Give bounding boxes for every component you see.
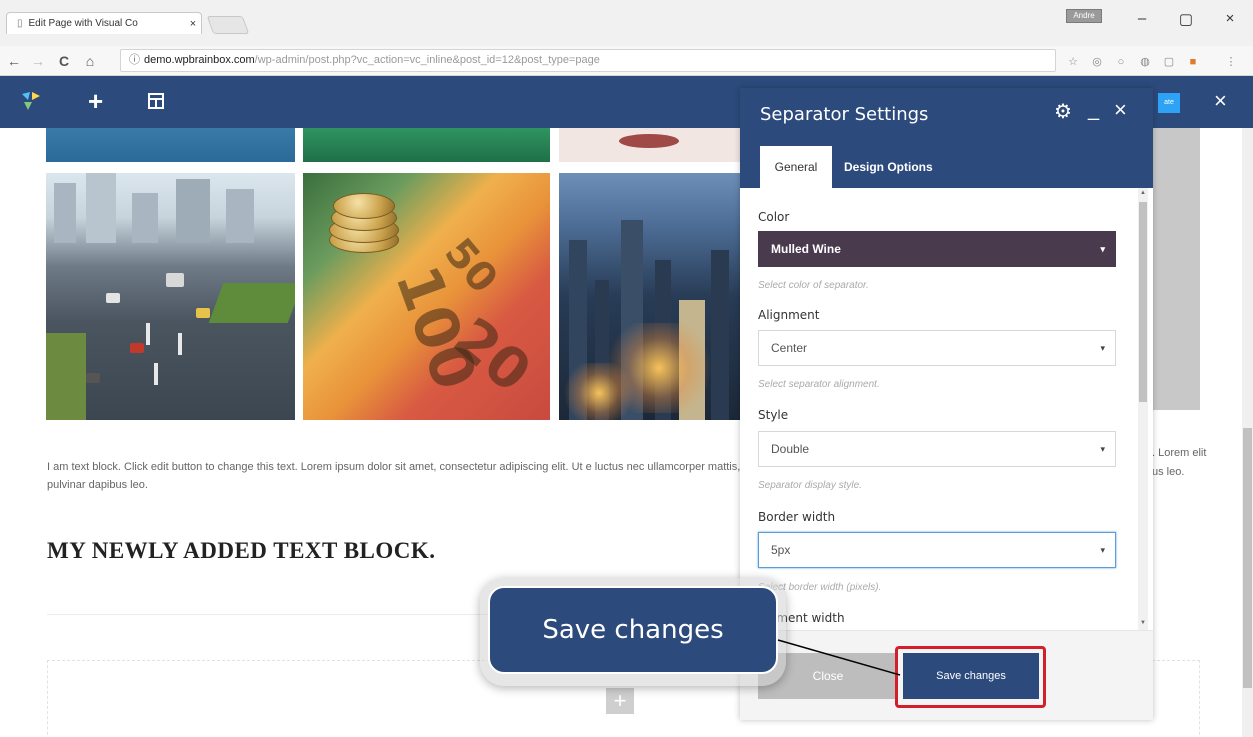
browser-toolbar: ← → C ⌂ ⓘ demo.wpbrainbox.com/wp-admin/po… xyxy=(0,46,1253,76)
chevron-down-icon: ▾ xyxy=(1100,545,1105,555)
alignment-label: Alignment xyxy=(758,308,820,322)
panel-title: Separator Settings xyxy=(760,104,929,125)
alignment-select-value: Center xyxy=(771,341,808,355)
add-element-button[interactable]: + xyxy=(606,688,634,714)
add-element-icon[interactable]: + xyxy=(88,86,103,116)
save-changes-button[interactable]: Save changes xyxy=(903,653,1039,699)
camera-icon[interactable]: ◎ xyxy=(1090,55,1104,69)
url-input[interactable]: ⓘ demo.wpbrainbox.com/wp-admin/post.php?v… xyxy=(120,49,1056,72)
page-scrollbar[interactable] xyxy=(1242,128,1253,737)
home-icon[interactable]: ⌂ xyxy=(82,53,98,69)
browser-tabstrip: ▯ Edit Page with Visual Co × Andre – ▢ × xyxy=(0,0,1253,46)
color-select[interactable]: Mulled Wine ▾ xyxy=(758,231,1116,267)
tab-design-options[interactable]: Design Options xyxy=(844,146,933,188)
panel-footer: Close Save changes xyxy=(740,630,1153,720)
window-minimize-button[interactable]: – xyxy=(1134,10,1150,27)
forward-icon[interactable]: → xyxy=(30,53,46,69)
chevron-down-icon: ▾ xyxy=(1100,444,1105,454)
screen: ▯ Edit Page with Visual Co × Andre – ▢ ×… xyxy=(0,0,1253,737)
minimize-icon[interactable]: _ xyxy=(1088,98,1099,122)
callout-label: Save changes xyxy=(488,586,778,674)
gallery-image[interactable] xyxy=(303,128,550,162)
url-path: /wp-admin/post.php?vc_action=vc_inline&p… xyxy=(254,54,600,66)
bookmark-star-icon[interactable]: ☆ xyxy=(1066,55,1080,69)
gear-icon[interactable]: ⚙ xyxy=(1054,100,1072,124)
panel-scrollbar[interactable]: ▲ ▼ xyxy=(1138,188,1148,630)
style-label: Style xyxy=(758,408,789,422)
vc-logo-icon[interactable] xyxy=(20,90,42,112)
profile-badge[interactable]: Andre xyxy=(1066,9,1102,23)
style-select[interactable]: Double ▾ xyxy=(758,431,1116,467)
back-icon[interactable]: ← xyxy=(6,53,22,69)
window-close-button[interactable]: × xyxy=(1222,10,1238,27)
separator-settings-panel: Separator Settings ⚙ _ × General Design … xyxy=(740,88,1153,720)
page-heading[interactable]: MY NEWLY ADDED TEXT BLOCK. xyxy=(47,538,436,564)
panel-scrollbar-thumb[interactable] xyxy=(1139,202,1147,402)
color-label: Color xyxy=(758,210,790,224)
new-tab-button[interactable] xyxy=(206,16,250,34)
update-button[interactable]: ate xyxy=(1158,93,1180,113)
tab-title: Edit Page with Visual Co xyxy=(28,18,138,29)
info-icon: ⓘ xyxy=(129,54,140,66)
search-extension-icon[interactable]: ○ xyxy=(1114,55,1128,69)
alignment-select[interactable]: Center ▾ xyxy=(758,330,1116,366)
panel-body: Color Mulled Wine ▾ Select color of sepa… xyxy=(740,188,1153,630)
url-host: demo.wpbrainbox.com xyxy=(144,54,255,66)
gallery-image-banknotes[interactable]: 100 20 50 xyxy=(303,173,550,420)
gallery-image-city[interactable] xyxy=(559,173,749,420)
scroll-down-icon[interactable]: ▼ xyxy=(1139,620,1147,626)
page-icon: ▯ xyxy=(17,18,23,29)
column-placeholder xyxy=(1148,128,1200,410)
style-help: Separator display style. xyxy=(758,480,862,491)
style-select-value: Double xyxy=(771,442,810,456)
alignment-help: Select separator alignment. xyxy=(758,379,880,390)
extension-icon[interactable]: ■ xyxy=(1186,55,1200,69)
browser-menu-icon[interactable]: ⋮ xyxy=(1224,55,1238,69)
templates-icon[interactable] xyxy=(148,93,164,109)
scroll-up-icon[interactable]: ▲ xyxy=(1139,190,1147,196)
border-width-select-value: 5px xyxy=(771,543,791,557)
extension-icon[interactable]: ▢ xyxy=(1162,55,1176,69)
close-icon[interactable]: × xyxy=(1114,98,1127,122)
tab-close-icon[interactable]: × xyxy=(185,18,201,30)
text-block[interactable]: I am text block. Click edit button to ch… xyxy=(47,458,747,494)
page-scrollbar-thumb[interactable] xyxy=(1243,428,1252,688)
vc-close-icon[interactable]: × xyxy=(1214,89,1227,113)
color-help: Select color of separator. xyxy=(758,280,869,291)
extension-icon[interactable]: ◍ xyxy=(1138,55,1152,69)
color-select-value: Mulled Wine xyxy=(771,242,841,256)
text-block-right[interactable]: . Lorem elit us leo. xyxy=(1152,444,1212,482)
gallery-image-highway[interactable] xyxy=(46,173,295,420)
tab-general[interactable]: General xyxy=(760,146,832,188)
browser-tab[interactable]: ▯ Edit Page with Visual Co × xyxy=(6,12,202,34)
border-width-label: Border width xyxy=(758,510,836,524)
chevron-down-icon: ▾ xyxy=(1100,244,1105,254)
panel-header[interactable]: Separator Settings ⚙ _ × General Design … xyxy=(740,88,1153,188)
chevron-down-icon: ▾ xyxy=(1100,343,1105,353)
window-maximize-button[interactable]: ▢ xyxy=(1178,10,1194,28)
gallery-image[interactable] xyxy=(46,128,295,162)
gallery-image[interactable] xyxy=(559,128,749,162)
reload-icon[interactable]: C xyxy=(56,53,72,69)
border-width-select[interactable]: 5px ▾ xyxy=(758,532,1116,568)
